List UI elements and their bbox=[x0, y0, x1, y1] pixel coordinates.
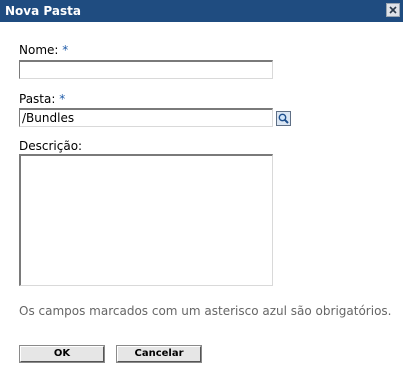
name-input[interactable] bbox=[19, 60, 273, 79]
description-label-text: Descrição: bbox=[19, 139, 83, 153]
dialog-titlebar: Nova Pasta bbox=[0, 0, 403, 22]
magnifier-icon bbox=[277, 112, 290, 125]
close-icon bbox=[387, 4, 399, 16]
description-label: Descrição: bbox=[19, 139, 82, 153]
folder-label-text: Pasta: bbox=[19, 92, 56, 106]
folder-input[interactable] bbox=[19, 108, 273, 127]
name-label: Nome: * bbox=[19, 43, 68, 57]
cancel-button[interactable]: Cancelar bbox=[116, 345, 202, 363]
name-label-text: Nome: bbox=[19, 43, 59, 57]
name-required-marker: * bbox=[62, 43, 69, 57]
browse-folder-button[interactable] bbox=[276, 111, 291, 126]
ok-button[interactable]: OK bbox=[19, 345, 105, 363]
description-textarea[interactable] bbox=[19, 154, 273, 286]
folder-label: Pasta: * bbox=[19, 92, 65, 106]
folder-required-marker: * bbox=[59, 92, 66, 106]
required-fields-note: Os campos marcados com um asterisco azul… bbox=[19, 304, 392, 318]
dialog-title: Nova Pasta bbox=[5, 4, 81, 18]
close-button[interactable] bbox=[386, 3, 400, 17]
